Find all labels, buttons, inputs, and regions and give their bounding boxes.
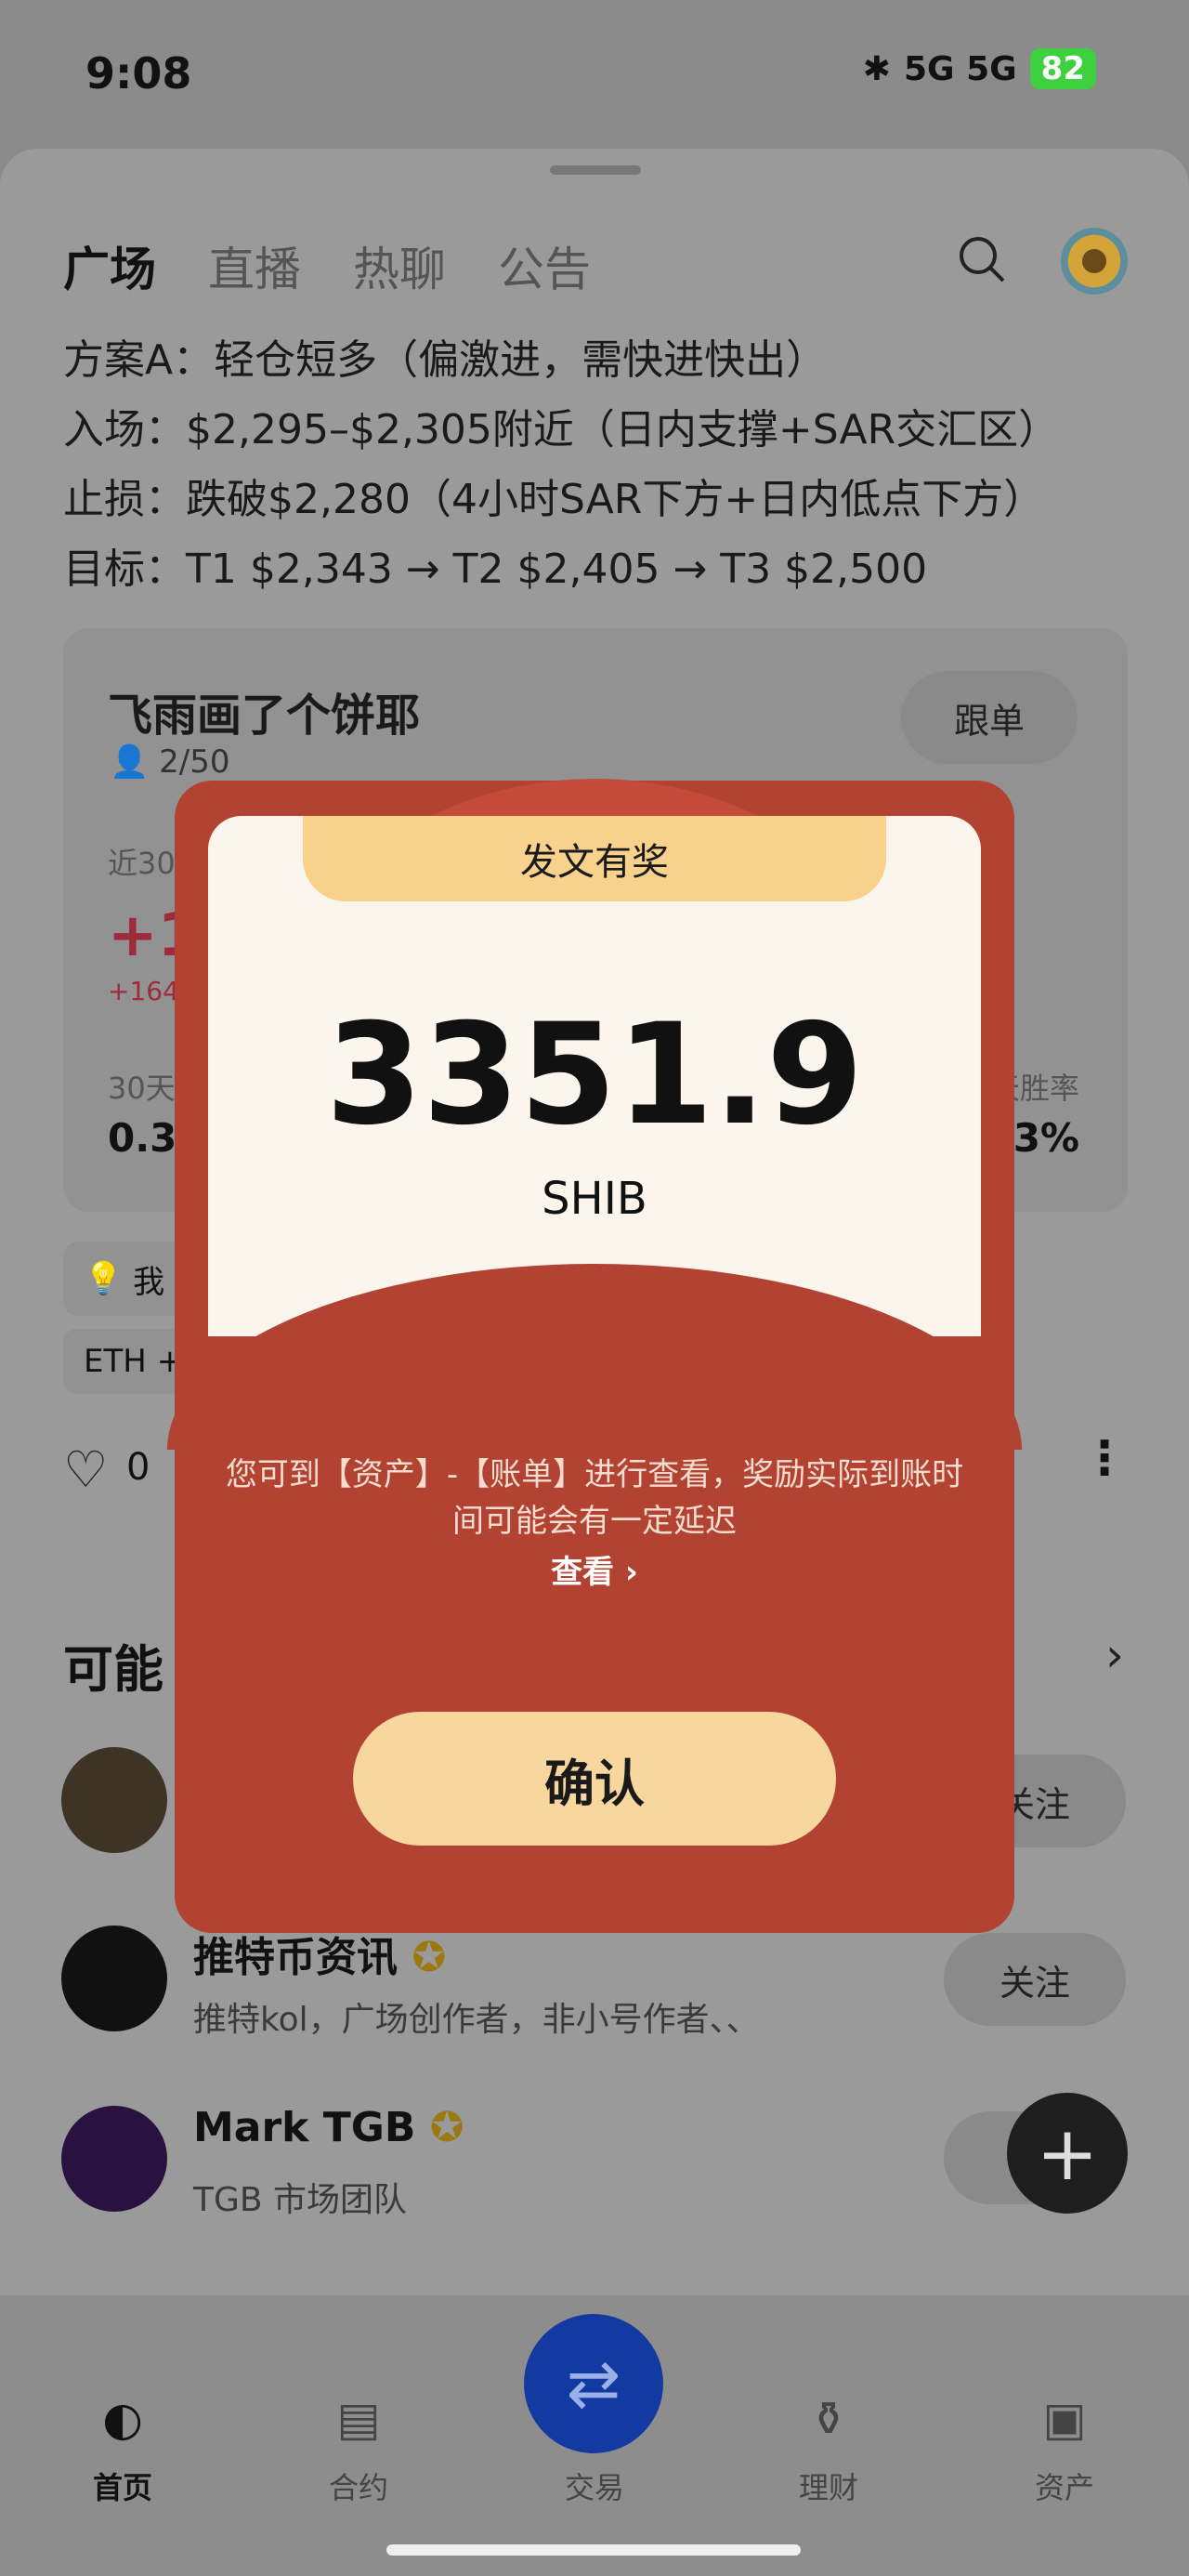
nav-finance[interactable]: 理财 — [754, 2464, 903, 2507]
trader-name: 飞雨画了个饼耶 — [108, 690, 421, 742]
reward-amount: 3351.9 — [325, 994, 864, 1156]
nav-trade[interactable]: 交易 — [520, 2464, 669, 2507]
post-line: 目标：T1 $2,343 → T2 $2,405 → T3 $2,500 — [63, 545, 928, 593]
top-tabs: 广场 直播 热聊 公告 — [63, 232, 591, 299]
post-body: 方案A：轻仓短多（偏激进，需快进快出） 入场：$2,295–$2,305附近（日… — [63, 325, 1159, 604]
verified-icon: ✪ — [429, 2104, 464, 2151]
reward-unit: SHIB — [542, 1173, 647, 1225]
avatar[interactable] — [1061, 228, 1128, 295]
confirm-button[interactable]: 确认 — [353, 1712, 836, 1846]
tab-announcement[interactable]: 公告 — [498, 232, 591, 299]
stat-label: 30天 — [108, 1071, 176, 1106]
status-indicators: ✱ 5G 5G 82 — [863, 48, 1096, 89]
finance-icon: ⚱ — [809, 2392, 848, 2446]
reward-title: 发文有奖 — [303, 816, 886, 901]
trade-button[interactable]: ⇄ — [524, 2314, 663, 2453]
reward-notice: 您可到【资产】-【账单】进行查看，奖励实际到账时间可能会有一定延迟 — [225, 1456, 964, 1540]
like-count: 0 — [126, 1446, 150, 1489]
sheet-handle[interactable] — [550, 165, 641, 175]
home-indicator — [386, 2544, 801, 2556]
nav-contract[interactable]: 合约 — [284, 2464, 433, 2507]
tab-hot-chat[interactable]: 热聊 — [353, 232, 446, 299]
tab-square[interactable]: 广场 — [63, 232, 156, 299]
heart-icon[interactable]: ♡ — [63, 1440, 108, 1499]
post-line: 入场：$2,295–$2,305附近（日内支撑+SAR交汇区） — [63, 406, 1060, 453]
bulb-icon: 💡 — [84, 1260, 124, 1297]
swap-icon: ⇄ — [566, 2346, 621, 2422]
section-title: 可能 — [63, 1640, 163, 1699]
contract-icon: ▤ — [336, 2392, 381, 2446]
more-icon[interactable]: ⋮ — [1081, 1431, 1128, 1485]
follow-order-button[interactable]: 跟单 — [901, 671, 1078, 764]
follow-button[interactable]: 关注 — [944, 1933, 1126, 2026]
user-avatar[interactable] — [61, 2106, 167, 2212]
user-name: Mark TGB ✪ — [193, 2104, 464, 2151]
post-line: 方案A：轻仓短多（偏激进，需快进快出） — [63, 336, 828, 384]
view-bill-link[interactable]: 查看 › — [223, 1546, 966, 1592]
user-desc: TGB 市场团队 — [193, 2181, 408, 2219]
verified-icon: ✪ — [412, 1934, 447, 1981]
user-avatar[interactable] — [61, 1925, 167, 2031]
nav-home[interactable]: 首页 — [48, 2464, 197, 2507]
signal-icon: 5G 5G — [903, 49, 1017, 88]
user-desc: 推特kol，广场创作者，非小号作者、、 — [193, 2001, 760, 2039]
search-icon[interactable] — [957, 234, 1007, 284]
battery-indicator: 82 — [1029, 48, 1096, 89]
post-line: 止损：跌破$2,280（4小时SAR下方+日内低点下方） — [63, 476, 1045, 523]
create-post-button[interactable]: + — [1007, 2093, 1128, 2214]
chevron-right-icon[interactable]: › — [1105, 1628, 1124, 1682]
wallet-icon: ▣ — [1042, 2392, 1087, 2446]
follower-count: 👤 2/50 — [110, 743, 230, 781]
user-avatar[interactable] — [61, 1747, 167, 1853]
nav-assets[interactable]: 资产 — [990, 2464, 1139, 2507]
status-time: 9:08 — [85, 48, 192, 99]
bluetooth-icon: ✱ — [862, 49, 891, 88]
home-icon: ◐ — [102, 2392, 143, 2446]
tab-live[interactable]: 直播 — [208, 232, 301, 299]
